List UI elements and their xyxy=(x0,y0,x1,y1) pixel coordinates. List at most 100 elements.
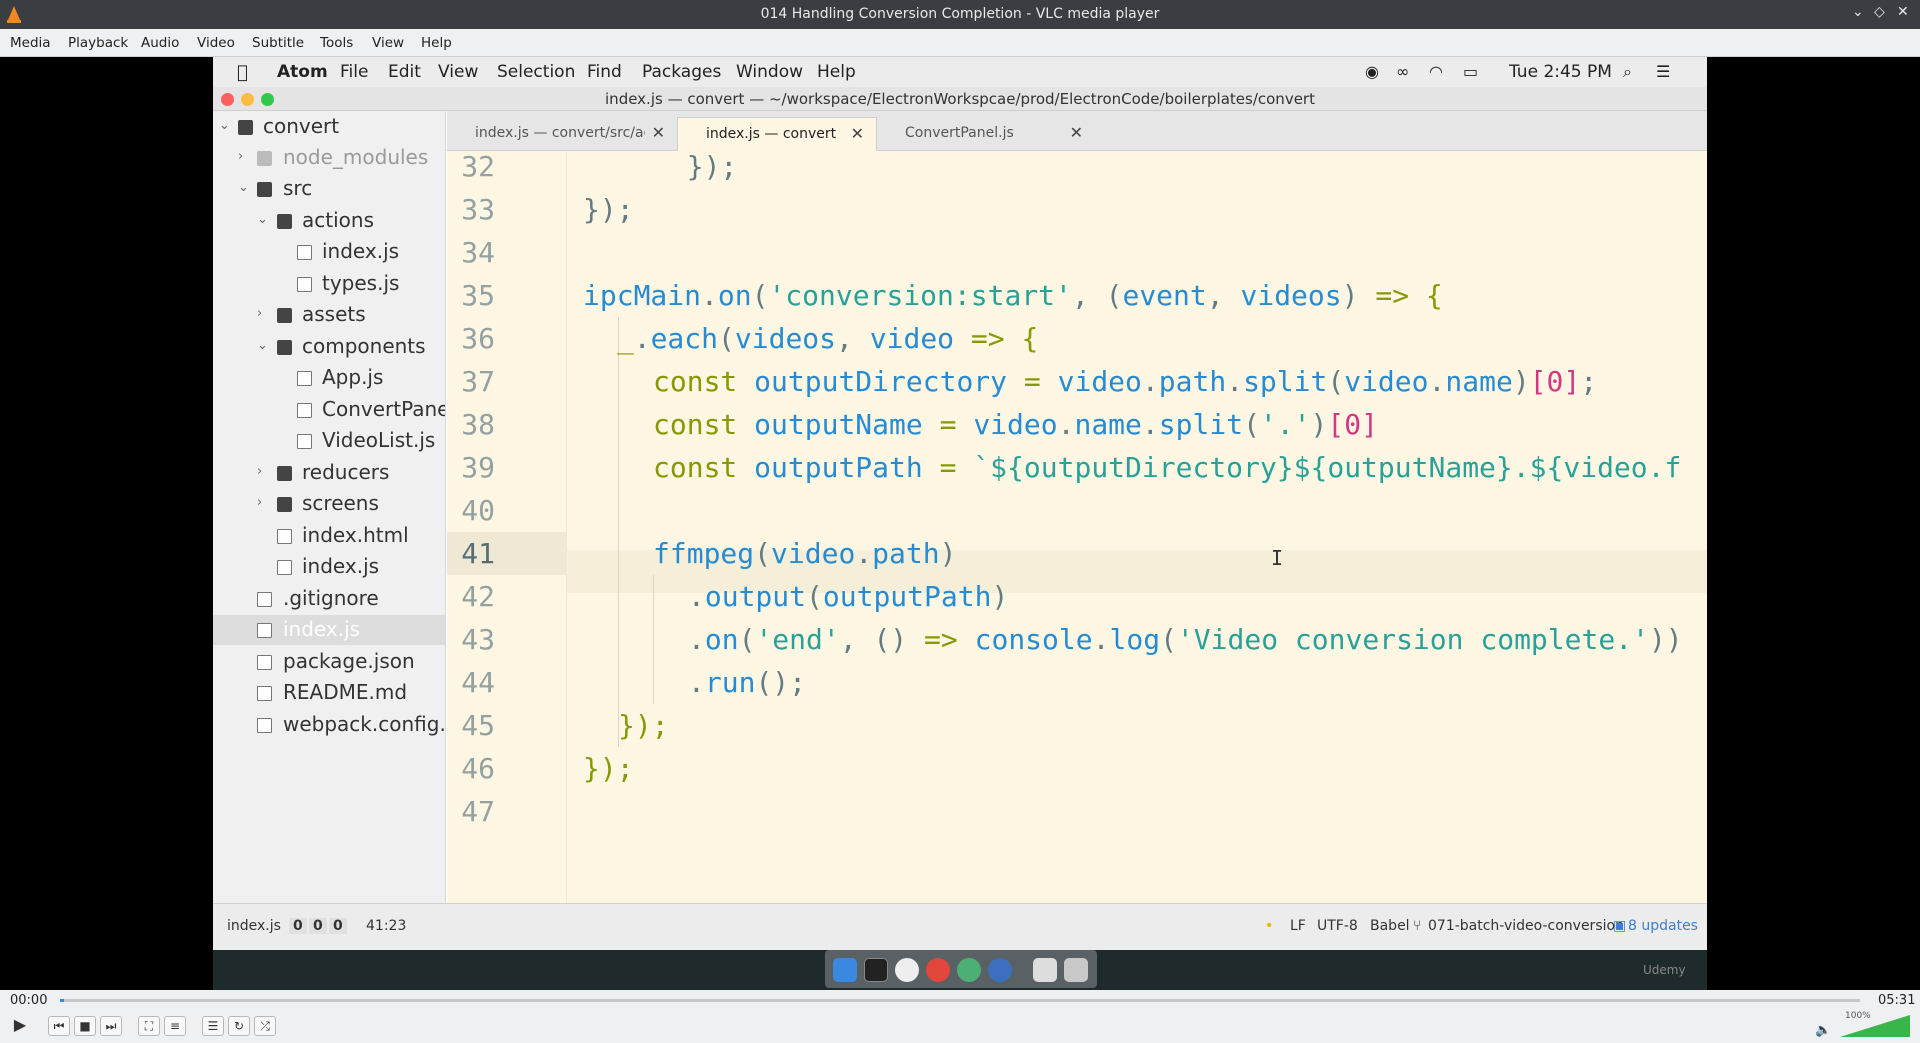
tab-label: index.js — convert/src/acti... xyxy=(475,125,645,141)
folder-icon xyxy=(257,151,272,166)
code-line-45: }); xyxy=(618,709,669,742)
tab-active-index: index.js — convert ✕ xyxy=(677,117,877,151)
tab-label: index.js — convert xyxy=(706,126,837,142)
maximize-icon[interactable]: ◇ xyxy=(1874,4,1885,20)
playlist-icon[interactable]: ☰ xyxy=(202,1016,224,1036)
spotlight-icon: ⌕ xyxy=(1623,62,1632,81)
tree-item: ConvertPane xyxy=(213,395,445,425)
menu-tools[interactable]: Tools xyxy=(320,35,353,51)
line-number: 37 xyxy=(461,365,495,398)
tree-item-label: package.json xyxy=(283,649,415,673)
previous-icon[interactable]: ⏮ xyxy=(48,1016,70,1036)
electron-app-icon xyxy=(988,958,1012,982)
tree-item: ⌄ convert xyxy=(213,112,445,142)
file-icon xyxy=(277,529,292,544)
menu-view[interactable]: View xyxy=(372,35,404,51)
tree-item: package.json xyxy=(213,647,445,677)
mac-dock: Udemy xyxy=(213,950,1707,990)
code-editor: 32 33 34 35 36 37 38 39 40 41 42 43 44 4… xyxy=(447,151,1707,903)
menu-help[interactable]: Help xyxy=(421,35,452,51)
mac-menu-window: Window xyxy=(736,62,804,82)
volume-icon[interactable]: 🔈 xyxy=(1815,1023,1831,1038)
vlc-seek-bar: 00:00 05:31 xyxy=(0,990,1920,1010)
code-line-32: }); xyxy=(686,151,738,183)
status-file: index.js xyxy=(227,918,281,934)
tree-item-selected: index.js xyxy=(213,615,445,645)
tree-item-label: screens xyxy=(302,491,379,515)
record-icon: ◉ xyxy=(1365,62,1379,81)
code-line-41: ffmpeg(video.path) xyxy=(653,537,957,570)
mac-clock: Tue 2:45 PM xyxy=(1509,62,1612,82)
status-branch: 071-batch-video-conversion xyxy=(1428,918,1624,934)
file-icon xyxy=(257,623,272,638)
file-icon xyxy=(257,718,272,733)
file-icon xyxy=(257,592,272,607)
file-icon xyxy=(297,371,312,386)
folder-icon xyxy=(238,120,253,135)
finder-icon xyxy=(833,958,857,982)
fullscreen-icon[interactable]: ⛶ xyxy=(138,1016,160,1036)
mac-menu-file: File xyxy=(340,62,369,82)
mac-menu-packages: Packages xyxy=(642,62,722,82)
chevron-down-icon: ⌄ xyxy=(219,118,230,133)
mac-menubar:  Atom File Edit View Selection Find Pac… xyxy=(213,57,1707,87)
file-icon xyxy=(297,245,312,260)
chevron-down-icon: ⌄ xyxy=(257,338,268,353)
code-line-35: ipcMain.on('conversion:start', (event, v… xyxy=(583,279,1443,312)
mac-menu-find: Find xyxy=(587,62,622,82)
tab-convertpanel: ConvertPanel.js ✕ xyxy=(877,117,1095,151)
vlc-window-title: 014 Handling Conversion Completion - VLC… xyxy=(760,6,1160,22)
line-number: 35 xyxy=(461,279,495,312)
vlc-menubar: Media Playback Audio Video Subtitle Tool… xyxy=(0,29,1920,57)
file-icon xyxy=(277,560,292,575)
line-number: 36 xyxy=(461,322,495,355)
status-bar: index.js 0 0 0 41:23 • LF UTF-8 Babel ⑂ … xyxy=(213,903,1707,950)
folder-icon xyxy=(277,466,292,481)
tree-item: › reducers xyxy=(213,458,445,488)
indent-guide xyxy=(618,317,619,747)
menu-media[interactable]: Media xyxy=(10,35,51,51)
tree-item: webpack.config. xyxy=(213,710,445,740)
menu-video[interactable]: Video xyxy=(197,35,235,51)
tree-item: ⌄ components xyxy=(213,332,445,362)
close-icon[interactable]: ✕ xyxy=(1897,4,1909,20)
tree-item-label: types.js xyxy=(322,271,400,295)
menu-playback[interactable]: Playback xyxy=(68,35,128,51)
close-icon: ✕ xyxy=(651,123,665,142)
loop-icon[interactable]: ↻ xyxy=(228,1016,250,1036)
next-icon[interactable]: ⏭ xyxy=(100,1016,122,1036)
tree-item-label: VideoList.js xyxy=(322,428,436,452)
minimize-icon[interactable]: ⌄ xyxy=(1852,4,1864,20)
status-count: 0 xyxy=(329,918,347,934)
status-dot-icon: • xyxy=(1265,918,1274,934)
line-number: 40 xyxy=(461,494,495,527)
emoji-app-icon xyxy=(895,958,919,982)
status-grammar: Babel xyxy=(1370,918,1410,934)
atom-window-title: index.js — convert — ~/workspace/Electro… xyxy=(605,90,1315,108)
tab-label: ConvertPanel.js xyxy=(905,125,1014,141)
line-number-gutter: 32 33 34 35 36 37 38 39 40 41 42 43 44 4… xyxy=(447,151,567,903)
line-number: 32 xyxy=(461,151,495,183)
tree-item-label: index.html xyxy=(302,523,409,547)
menu-audio[interactable]: Audio xyxy=(141,35,179,51)
chevron-right-icon: › xyxy=(238,149,244,164)
tree-item: index.js xyxy=(213,237,445,267)
text-cursor-icon: I xyxy=(1271,546,1284,570)
tree-item: › assets xyxy=(213,300,445,330)
shuffle-icon[interactable]: ⤮ xyxy=(254,1016,276,1036)
code-line-36: _.each(videos, video => { xyxy=(616,322,1039,355)
chrome-icon xyxy=(926,958,950,982)
folder-icon xyxy=(277,340,292,355)
tree-item: README.md xyxy=(213,678,445,708)
extended-settings-icon[interactable]: ≡ xyxy=(164,1016,186,1036)
menu-subtitle[interactable]: Subtitle xyxy=(252,35,304,51)
tree-item: .gitignore xyxy=(213,584,445,614)
play-icon[interactable]: ▶ xyxy=(6,1016,34,1036)
code-line-43: .on('end', () => console.log('Video conv… xyxy=(688,623,1683,656)
tree-item-label: .gitignore xyxy=(283,586,379,610)
downloads-stack-icon xyxy=(1033,958,1057,982)
status-encoding: UTF-8 xyxy=(1317,918,1358,934)
stop-icon[interactable]: ■ xyxy=(74,1016,96,1036)
seek-slider[interactable] xyxy=(60,999,1860,1002)
apple-icon:  xyxy=(237,62,248,83)
